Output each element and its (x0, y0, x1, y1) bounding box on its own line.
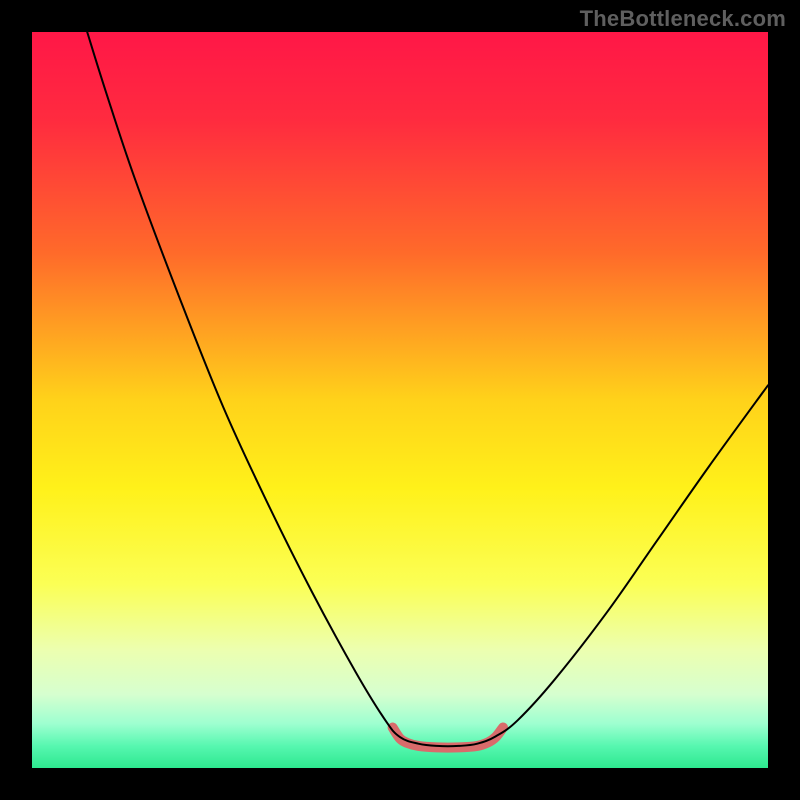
chart-svg (32, 32, 768, 768)
plot-area (32, 32, 768, 768)
chart-frame: TheBottleneck.com (0, 0, 800, 800)
gradient-background (32, 32, 768, 768)
watermark-text: TheBottleneck.com (580, 6, 786, 32)
